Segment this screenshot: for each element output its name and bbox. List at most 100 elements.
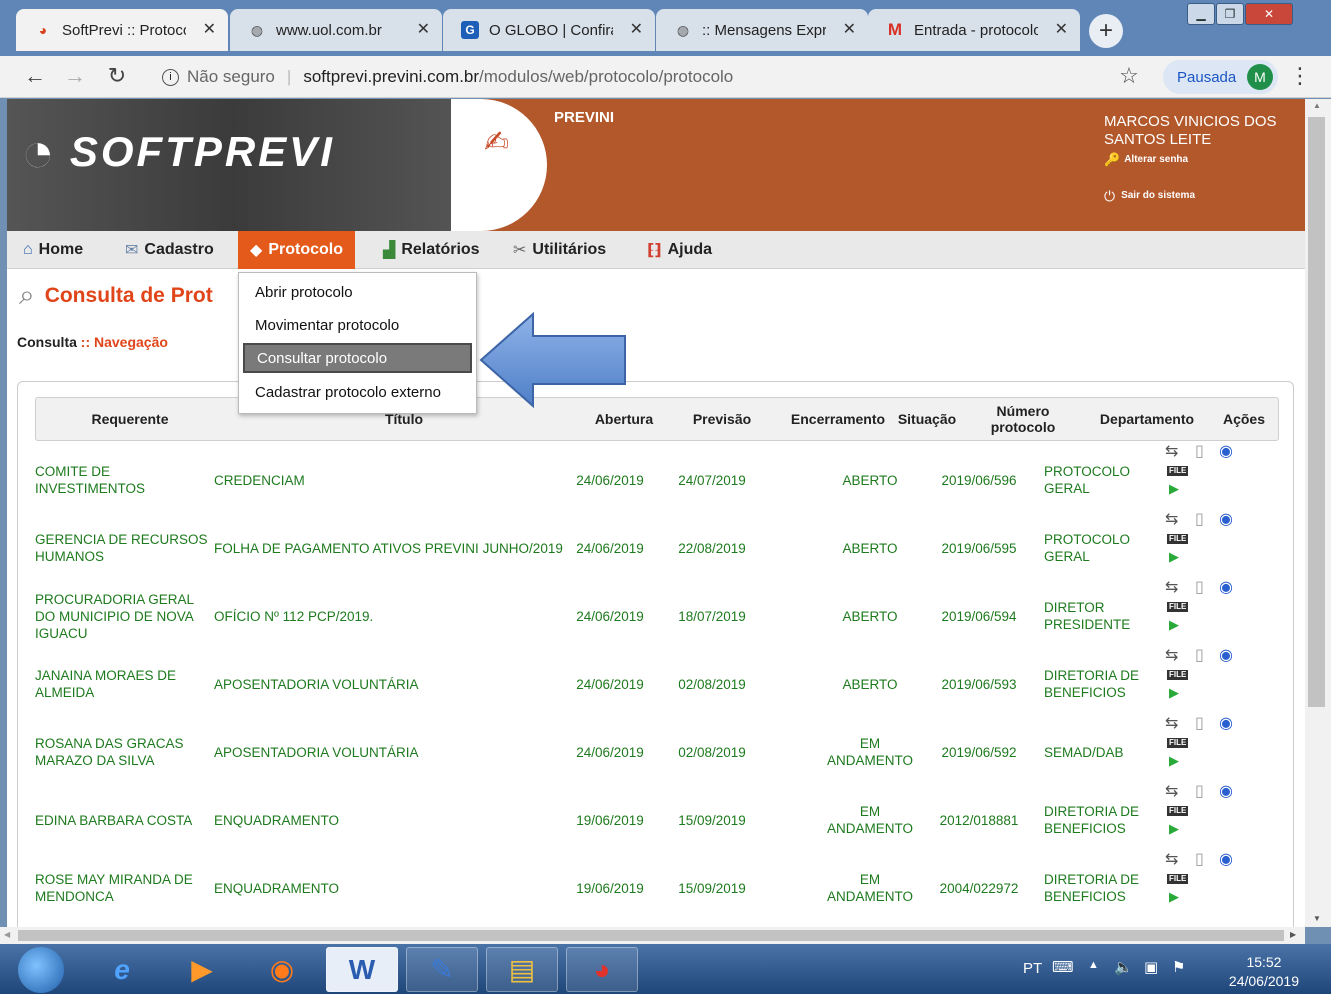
- close-icon[interactable]: ✕: [630, 19, 643, 39]
- tray-expand-icon[interactable]: ▲: [1088, 959, 1099, 971]
- table-row[interactable]: EDINA BARBARA COSTA ENQUADRAMENTO 19/06/20…: [35, 784, 1279, 854]
- file-icon[interactable]: FILE: [1167, 874, 1189, 884]
- cell-titulo[interactable]: APOSENTADORIA VOLUNTÁRIA: [214, 718, 564, 786]
- menu-utilitarios[interactable]: ✂ Utilitários: [513, 231, 606, 269]
- scroll-down-icon[interactable]: ▼: [1313, 914, 1321, 923]
- cell-titulo[interactable]: APOSENTADORIA VOLUNTÁRIA: [214, 650, 564, 718]
- cell-requerente[interactable]: PROCURADORIA GERAL DO MUNICIPIO DE NOVA …: [35, 582, 210, 650]
- table-row[interactable]: COMITE DE INVESTIMENTOS CREDENCIAM 24/06/2…: [35, 444, 1279, 514]
- cell-requerente[interactable]: COMITE DE INVESTIMENTOS: [35, 446, 210, 514]
- play-icon[interactable]: ▶: [1169, 550, 1179, 563]
- menu-cadastro[interactable]: ✉ Cadastro: [125, 231, 214, 269]
- vertical-scrollbar[interactable]: ▲ ▼: [1305, 99, 1331, 927]
- document-icon[interactable]: ▯: [1195, 852, 1204, 868]
- file-icon[interactable]: FILE: [1167, 670, 1189, 680]
- table-row[interactable]: PROCURADORIA GERAL DO MUNICIPIO DE NOVA …: [35, 580, 1279, 650]
- cell-requerente[interactable]: ROSANA DAS GRACAS MARAZO DA SILVA: [35, 718, 210, 786]
- tab-gmail[interactable]: M Entrada - protocolo ✕: [868, 9, 1080, 51]
- chrome-icon[interactable]: ◕: [566, 947, 638, 992]
- play-icon[interactable]: ▶: [1169, 822, 1179, 835]
- table-row[interactable]: GERENCIA DE RECURSOS HUMANOS FOLHA DE PAG…: [35, 512, 1279, 582]
- menu-home[interactable]: ⌂ Home: [23, 231, 83, 269]
- minimize-button[interactable]: ▁: [1187, 3, 1215, 25]
- forward-button[interactable]: →: [60, 61, 90, 91]
- scroll-right-icon[interactable]: ▶: [1290, 930, 1296, 939]
- tab-softprevi[interactable]: ◕ SoftPrevi :: Protoco ✕: [16, 9, 228, 51]
- horizontal-scrollbar[interactable]: ◀ ▶: [0, 927, 1305, 944]
- cell-titulo[interactable]: ENQUADRAMENTO: [214, 854, 564, 922]
- firefox-icon[interactable]: ◉: [246, 947, 318, 992]
- menu-ajuda[interactable]: ⁅⁆ Ajuda: [647, 231, 712, 269]
- menu-abrir-protocolo[interactable]: Abrir protocolo: [243, 277, 472, 307]
- file-icon[interactable]: FILE: [1167, 466, 1189, 476]
- document-icon[interactable]: ▯: [1195, 512, 1204, 528]
- profile-button[interactable]: Pausada M: [1163, 60, 1278, 94]
- table-row[interactable]: ROSE MAY MIRANDA DE MENDONCA ENQUADRAMENT…: [35, 852, 1279, 922]
- document-icon[interactable]: ▯: [1195, 580, 1204, 596]
- scroll-up-icon[interactable]: ▲: [1313, 101, 1321, 110]
- maximize-button[interactable]: ❐: [1216, 3, 1244, 25]
- play-icon[interactable]: ▶: [1169, 482, 1179, 495]
- volume-icon[interactable]: 🔈: [1114, 958, 1133, 976]
- table-row[interactable]: ROSANA DAS GRACAS MARAZO DA SILVA APOSENT…: [35, 716, 1279, 786]
- document-icon[interactable]: ▯: [1195, 784, 1204, 800]
- transfer-icon[interactable]: ⇆: [1165, 716, 1178, 732]
- file-icon[interactable]: FILE: [1167, 806, 1189, 816]
- reload-button[interactable]: ↻: [102, 61, 132, 91]
- word-icon[interactable]: W: [326, 947, 398, 992]
- url-bar[interactable]: i Não seguro | softprevi.previni.com.br /…: [150, 60, 1150, 94]
- play-icon[interactable]: ▶: [1169, 754, 1179, 767]
- file-icon[interactable]: FILE: [1167, 738, 1189, 748]
- paint-icon[interactable]: ✎: [406, 947, 478, 992]
- transfer-icon[interactable]: ⇆: [1165, 852, 1178, 868]
- menu-relatorios[interactable]: ▟ Relatórios: [383, 231, 480, 269]
- transfer-icon[interactable]: ⇆: [1165, 444, 1178, 460]
- cell-titulo[interactable]: FOLHA DE PAGAMENTO ATIVOS PREVINI JUNHO/…: [214, 514, 564, 582]
- scrollbar-thumb[interactable]: [18, 930, 1284, 941]
- scroll-left-icon[interactable]: ◀: [4, 930, 10, 939]
- view-icon[interactable]: ◉: [1219, 580, 1233, 596]
- media-player-icon[interactable]: ▶: [166, 947, 238, 992]
- transfer-icon[interactable]: ⇆: [1165, 784, 1178, 800]
- close-icon[interactable]: ✕: [843, 19, 856, 39]
- windows-start-icon[interactable]: [18, 947, 64, 993]
- transfer-icon[interactable]: ⇆: [1165, 512, 1178, 528]
- bookmark-star-icon[interactable]: ☆: [1114, 61, 1144, 91]
- tab-mensagens[interactable]: ◍ :: Mensagens Expre ✕: [656, 9, 868, 51]
- document-icon[interactable]: ▯: [1195, 716, 1204, 732]
- view-icon[interactable]: ◉: [1219, 784, 1233, 800]
- view-icon[interactable]: ◉: [1219, 716, 1233, 732]
- play-icon[interactable]: ▶: [1169, 618, 1179, 631]
- document-icon[interactable]: ▯: [1195, 444, 1204, 460]
- cell-requerente[interactable]: GERENCIA DE RECURSOS HUMANOS: [35, 514, 210, 582]
- transfer-icon[interactable]: ⇆: [1165, 580, 1178, 596]
- close-icon[interactable]: ✕: [203, 19, 216, 39]
- menu-consultar-protocolo[interactable]: Consultar protocolo: [243, 343, 472, 373]
- transfer-icon[interactable]: ⇆: [1165, 648, 1178, 664]
- cell-requerente[interactable]: JANAINA MORAES DE ALMEIDA: [35, 650, 210, 718]
- file-icon[interactable]: FILE: [1167, 602, 1189, 612]
- breadcrumb-active[interactable]: Navegação: [94, 334, 168, 350]
- keyboard-icon[interactable]: ⌨: [1052, 958, 1074, 976]
- logout-link[interactable]: ⏻ Sair do sistema: [1104, 187, 1294, 205]
- language-indicator[interactable]: PT: [1023, 960, 1042, 977]
- menu-protocolo[interactable]: ◆ Protocolo: [238, 231, 355, 269]
- new-tab-button[interactable]: +: [1089, 14, 1123, 48]
- cell-requerente[interactable]: ROSE MAY MIRANDA DE MENDONCA: [35, 854, 210, 922]
- table-row[interactable]: JANAINA MORAES DE ALMEIDA APOSENTADORIA V…: [35, 648, 1279, 718]
- file-explorer-icon[interactable]: ▤: [486, 947, 558, 992]
- cell-requerente[interactable]: EDINA BARBARA COSTA: [35, 786, 210, 854]
- cell-titulo[interactable]: ENQUADRAMENTO: [214, 786, 564, 854]
- tab-oglobo[interactable]: G O GLOBO | Confira ✕: [443, 9, 655, 51]
- network-icon[interactable]: ▣: [1144, 958, 1158, 976]
- menu-kebab-icon[interactable]: ⋮: [1285, 61, 1315, 91]
- close-icon[interactable]: ✕: [1055, 19, 1068, 39]
- cell-titulo[interactable]: CREDENCIAM: [214, 446, 564, 514]
- clock[interactable]: 15:52 24/06/2019: [1229, 953, 1299, 991]
- menu-movimentar-protocolo[interactable]: Movimentar protocolo: [243, 310, 472, 340]
- play-icon[interactable]: ▶: [1169, 686, 1179, 699]
- tab-uol[interactable]: ◍ www.uol.com.br ✕: [230, 9, 442, 51]
- close-window-button[interactable]: ✕: [1245, 3, 1293, 25]
- document-icon[interactable]: ▯: [1195, 648, 1204, 664]
- view-icon[interactable]: ◉: [1219, 852, 1233, 868]
